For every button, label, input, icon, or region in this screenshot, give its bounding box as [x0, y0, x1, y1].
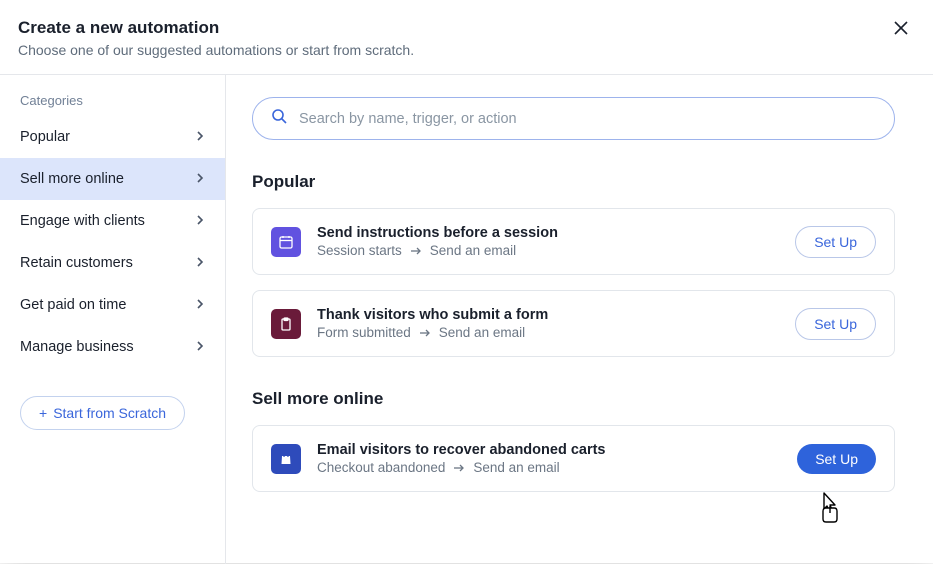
sidebar-item-label: Sell more online [20, 171, 124, 187]
sidebar-item-manage-business[interactable]: Manage business [0, 326, 225, 368]
sidebar-item-label: Retain customers [20, 255, 133, 271]
chevron-right-icon [195, 213, 205, 229]
close-button[interactable] [891, 18, 911, 38]
plus-icon: + [39, 405, 47, 421]
automation-card: Thank visitors who submit a form Form su… [252, 290, 895, 357]
automation-card: Email visitors to recover abandoned cart… [252, 425, 895, 492]
categories-heading: Categories [0, 93, 225, 116]
arrow-right-icon [410, 246, 422, 256]
sidebar-item-retain-customers[interactable]: Retain customers [0, 242, 225, 284]
card-title: Thank visitors who submit a form [317, 307, 779, 323]
search-input[interactable] [299, 111, 876, 127]
chevron-right-icon [195, 255, 205, 271]
section-title-sell-more: Sell more online [252, 389, 895, 409]
calendar-icon [271, 227, 301, 257]
card-trigger: Checkout abandoned [317, 460, 445, 475]
chevron-right-icon [195, 297, 205, 313]
section-title-popular: Popular [252, 172, 895, 192]
page-title: Create a new automation [18, 18, 911, 38]
arrow-right-icon [419, 328, 431, 338]
setup-button[interactable]: Set Up [797, 444, 876, 474]
sidebar-item-sell-more-online[interactable]: Sell more online [0, 158, 225, 200]
card-trigger: Form submitted [317, 325, 411, 340]
chevron-right-icon [195, 129, 205, 145]
card-title: Send instructions before a session [317, 225, 779, 241]
card-action: Send an email [473, 460, 559, 475]
start-scratch-label: Start from Scratch [53, 405, 166, 421]
chevron-right-icon [195, 339, 205, 355]
card-action: Send an email [439, 325, 525, 340]
sidebar-item-get-paid[interactable]: Get paid on time [0, 284, 225, 326]
card-action: Send an email [430, 243, 516, 258]
page-subtitle: Choose one of our suggested automations … [18, 42, 911, 58]
sidebar-item-engage-clients[interactable]: Engage with clients [0, 200, 225, 242]
shopping-bag-icon [271, 444, 301, 474]
sidebar: Categories Popular Sell more online Enga… [0, 75, 226, 564]
search-icon [271, 108, 287, 129]
sidebar-item-label: Popular [20, 129, 70, 145]
automation-card: Send instructions before a session Sessi… [252, 208, 895, 275]
chevron-right-icon [195, 171, 205, 187]
card-title: Email visitors to recover abandoned cart… [317, 442, 781, 458]
setup-button[interactable]: Set Up [795, 226, 876, 258]
sidebar-item-label: Get paid on time [20, 297, 126, 313]
sidebar-item-label: Engage with clients [20, 213, 145, 229]
setup-button[interactable]: Set Up [795, 308, 876, 340]
clipboard-icon [271, 309, 301, 339]
sidebar-item-popular[interactable]: Popular [0, 116, 225, 158]
card-trigger: Session starts [317, 243, 402, 258]
arrow-right-icon [453, 463, 465, 473]
search-box[interactable] [252, 97, 895, 140]
start-from-scratch-button[interactable]: + Start from Scratch [20, 396, 185, 430]
close-icon [893, 20, 909, 36]
main-content: Popular Send instructions before a sessi… [226, 75, 933, 564]
sidebar-item-label: Manage business [20, 339, 134, 355]
